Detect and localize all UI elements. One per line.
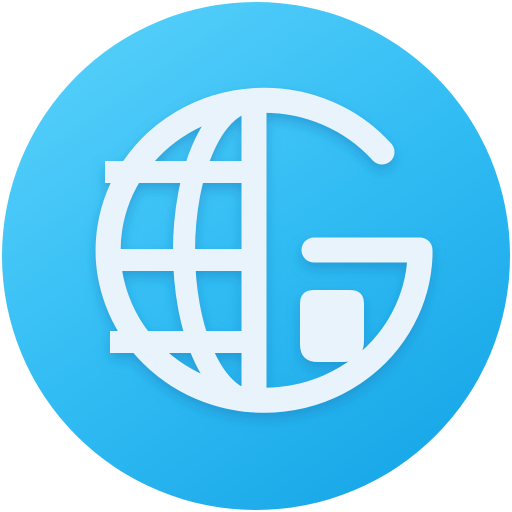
globe-g-glyph: [95, 87, 433, 413]
g-letter-inner-block: [300, 290, 364, 362]
app-icon[interactable]: [0, 0, 512, 512]
globe-g-icon: [2, 2, 510, 510]
